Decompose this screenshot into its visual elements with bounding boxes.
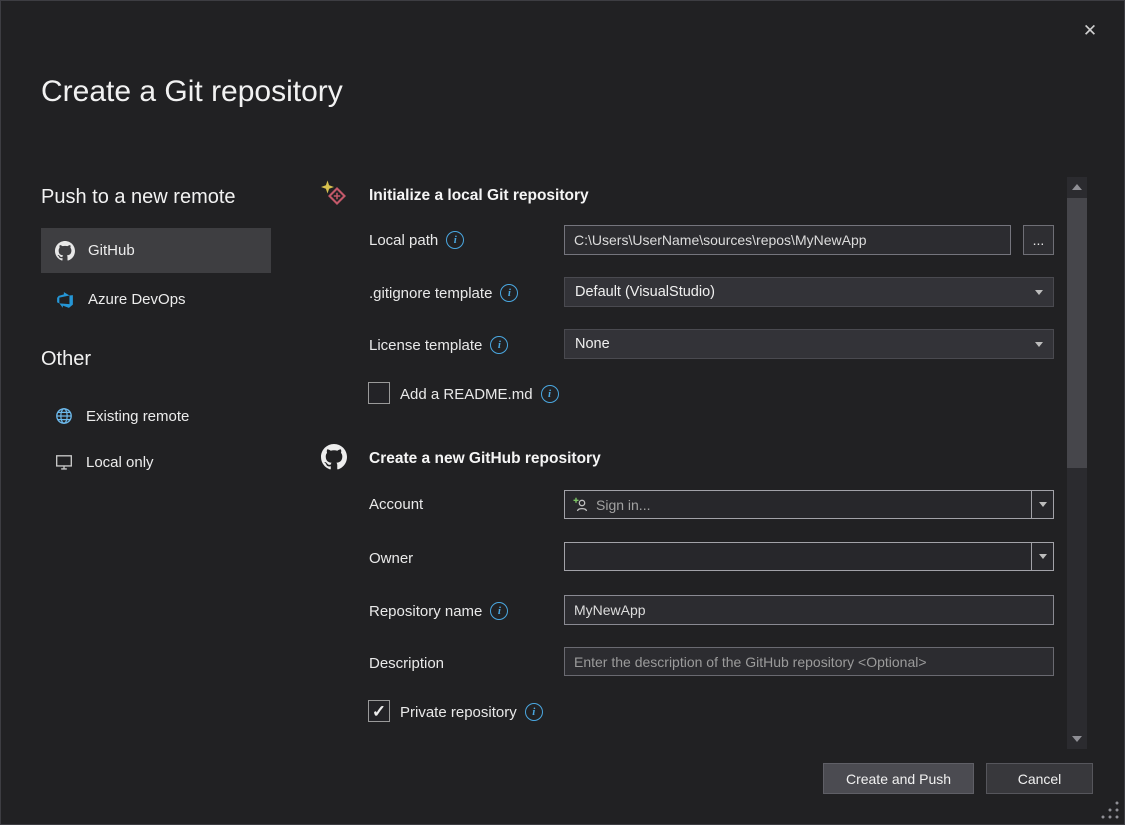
gitignore-label: .gitignore template xyxy=(369,285,492,302)
sidebar-item-label: Existing remote xyxy=(86,408,189,425)
scroll-down-button[interactable] xyxy=(1067,729,1087,749)
checkmark-icon: ✓ xyxy=(372,703,386,720)
owner-label-row: Owner xyxy=(369,550,413,567)
account-dropdown-button[interactable] xyxy=(1031,491,1053,518)
chevron-down-icon xyxy=(1039,502,1047,507)
resize-grip[interactable] xyxy=(1100,800,1120,820)
sidebar-item-github[interactable]: GitHub xyxy=(41,228,271,273)
page-title: Create a Git repository xyxy=(41,75,343,109)
sidebar-heading-push: Push to a new remote xyxy=(41,186,236,209)
license-label: License template xyxy=(369,337,482,354)
license-template-select[interactable]: None xyxy=(564,329,1054,359)
sidebar-item-label: GitHub xyxy=(88,242,135,259)
scroll-up-button[interactable] xyxy=(1067,177,1087,197)
chevron-down-icon xyxy=(1035,342,1043,347)
info-icon[interactable] xyxy=(490,336,508,354)
gitignore-selected-value: Default (VisualStudio) xyxy=(575,284,715,300)
sidebar-item-azure-devops[interactable]: Azure DevOps xyxy=(41,277,271,322)
sidebar-item-label: Local only xyxy=(86,454,154,471)
repository-name-label: Repository name xyxy=(369,603,482,620)
github-section-heading: Create a new GitHub repository xyxy=(369,450,601,468)
account-label: Account xyxy=(369,496,423,513)
git-init-icon xyxy=(319,179,347,207)
create-and-push-button[interactable]: Create and Push xyxy=(823,763,974,794)
browse-button[interactable]: ... xyxy=(1023,225,1054,255)
readme-label: Add a README.md xyxy=(400,386,533,403)
local-path-input[interactable] xyxy=(564,225,1011,255)
sidebar-item-existing-remote[interactable]: Existing remote xyxy=(41,396,271,436)
gitignore-template-select[interactable]: Default (VisualStudio) xyxy=(564,277,1054,307)
create-git-repository-dialog: ✕ Create a Git repository Push to a new … xyxy=(0,0,1125,825)
chevron-down-icon xyxy=(1035,290,1043,295)
account-value: Sign in... xyxy=(596,497,650,513)
description-label: Description xyxy=(369,655,444,672)
close-button[interactable]: ✕ xyxy=(1073,14,1107,48)
readme-label-row: Add a README.md xyxy=(400,385,559,403)
info-icon[interactable] xyxy=(446,231,464,249)
repository-name-input[interactable] xyxy=(564,595,1054,625)
repository-name-label-row: Repository name xyxy=(369,602,508,620)
arrow-down-icon xyxy=(1072,736,1082,742)
add-user-icon xyxy=(573,497,589,513)
local-path-label: Local path xyxy=(369,232,438,249)
azure-devops-icon xyxy=(55,290,75,310)
init-section-heading: Initialize a local Git repository xyxy=(369,187,589,205)
scrollbar-thumb[interactable] xyxy=(1067,198,1087,468)
private-repository-label: Private repository xyxy=(400,704,517,721)
description-input[interactable] xyxy=(564,647,1054,676)
chevron-down-icon xyxy=(1039,554,1047,559)
arrow-up-icon xyxy=(1072,184,1082,190)
computer-icon xyxy=(55,453,73,471)
github-icon xyxy=(321,444,347,470)
sidebar-item-local-only[interactable]: Local only xyxy=(41,442,271,482)
sidebar-item-label: Azure DevOps xyxy=(88,291,186,308)
close-icon: ✕ xyxy=(1083,21,1097,41)
private-repository-checkbox[interactable]: ✓ xyxy=(368,700,390,722)
info-icon[interactable] xyxy=(541,385,559,403)
description-label-row: Description xyxy=(369,655,444,672)
readme-checkbox[interactable] xyxy=(368,382,390,404)
owner-label: Owner xyxy=(369,550,413,567)
account-label-row: Account xyxy=(369,496,423,513)
local-path-label-row: Local path xyxy=(369,231,464,249)
sidebar-heading-other: Other xyxy=(41,348,91,371)
info-icon[interactable] xyxy=(500,284,518,302)
cancel-button[interactable]: Cancel xyxy=(986,763,1093,794)
license-selected-value: None xyxy=(575,336,610,352)
github-icon xyxy=(55,241,75,261)
globe-icon xyxy=(55,407,73,425)
owner-dropdown-button[interactable] xyxy=(1031,543,1053,570)
info-icon[interactable] xyxy=(490,602,508,620)
info-icon[interactable] xyxy=(525,703,543,721)
owner-combobox[interactable] xyxy=(564,542,1054,571)
gitignore-label-row: .gitignore template xyxy=(369,284,518,302)
private-repository-label-row: Private repository xyxy=(400,703,543,721)
account-combobox[interactable]: Sign in... xyxy=(564,490,1054,519)
license-label-row: License template xyxy=(369,336,508,354)
scrollbar[interactable] xyxy=(1067,177,1087,749)
